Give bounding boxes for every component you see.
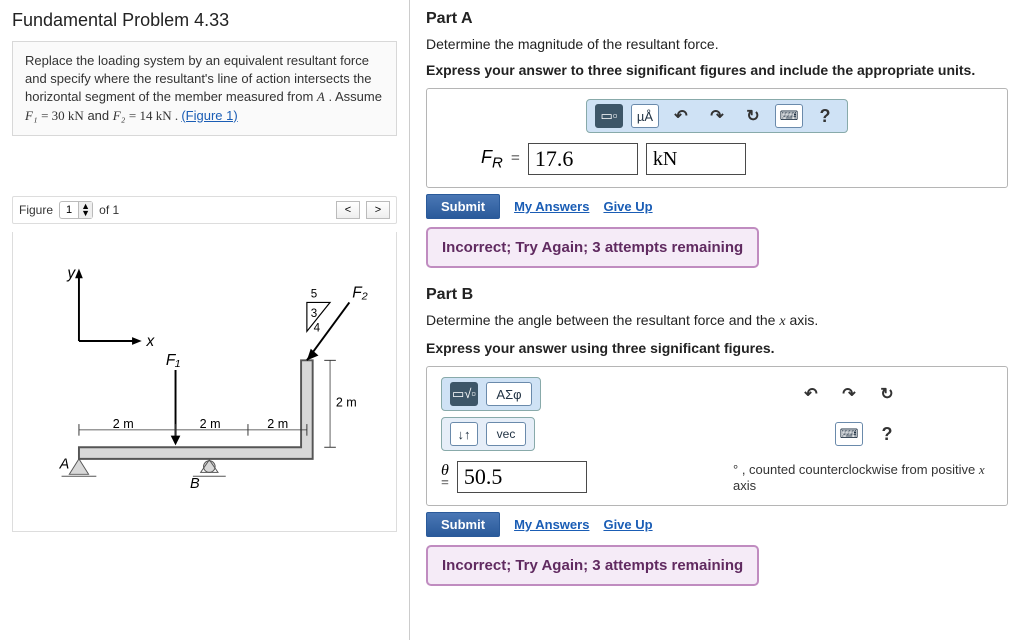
part-a-value-input[interactable]: [528, 143, 638, 175]
fig-tr5: 5: [311, 288, 317, 300]
part-a-feedback: Incorrect; Try Again; 3 attempts remaini…: [426, 227, 759, 268]
part-b-my-answers-link[interactable]: My Answers: [514, 517, 589, 532]
fig-f1: F₁: [166, 352, 180, 369]
postfix-post: axis: [733, 478, 756, 493]
updown-icon[interactable]: ↓↑: [450, 422, 478, 446]
part-b-postfix: ° , counted counterclockwise from positi…: [733, 462, 993, 493]
keyboard-icon[interactable]: ⌨: [835, 422, 863, 446]
part-a-instruction: Express your answer to three significant…: [426, 62, 1008, 78]
desc-and: and: [87, 108, 112, 123]
desc-f1: F₁: [25, 108, 37, 123]
part-b-toolbar-left: ▭√▫ ΑΣφ: [441, 377, 541, 411]
figure-label: Figure: [19, 203, 53, 217]
part-b-answer-box: ▭√▫ ΑΣφ ↶ ↷ ↻ ↓↑ vec ⌨: [426, 366, 1008, 506]
part-b-submit-button[interactable]: Submit: [426, 512, 500, 537]
postfix-pre: , counted counterclockwise from positive: [742, 462, 979, 477]
part-a-var: FR: [481, 147, 503, 172]
part-a-question: Determine the magnitude of the resultant…: [426, 36, 1008, 52]
figure-prev-button[interactable]: <: [336, 201, 360, 219]
part-a-title: Part A: [426, 10, 1008, 28]
template-icon[interactable]: ▭▫: [595, 104, 623, 128]
fig-A: A: [59, 456, 70, 472]
equals-sign: =: [441, 478, 449, 491]
part-b-q-pre: Determine the angle between the resultan…: [426, 312, 779, 328]
desc-eq1: = 30 kN: [41, 108, 84, 123]
part-b-q-post: axis.: [789, 312, 818, 328]
part-b-feedback: Incorrect; Try Again; 3 attempts remaini…: [426, 545, 759, 586]
help-icon[interactable]: ?: [873, 422, 901, 446]
fig-d1: 2 m: [113, 417, 134, 431]
part-a-unit-input[interactable]: [646, 143, 746, 175]
fig-d4: 2 m: [336, 395, 357, 409]
part-b-toolbar2-left: ↓↑ vec: [441, 417, 535, 451]
part-b-toolbar-right: ↶ ↷ ↻: [797, 382, 901, 406]
desc-f2: F₂: [113, 108, 125, 123]
fig-tr4: 4: [314, 322, 321, 334]
fig-B: B: [190, 476, 200, 492]
part-a-giveup-link[interactable]: Give Up: [603, 199, 652, 214]
units-icon[interactable]: µÅ: [631, 104, 659, 128]
problem-description: Replace the loading system by an equival…: [12, 41, 397, 136]
template-icon[interactable]: ▭√▫: [450, 382, 478, 406]
figure-current: 1: [60, 203, 78, 217]
fig-d2: 2 m: [200, 417, 221, 431]
fig-tr3: 3: [311, 308, 317, 320]
reset-icon[interactable]: ↻: [739, 104, 767, 128]
keyboard-icon[interactable]: ⌨: [775, 104, 803, 128]
fig-y: y: [66, 265, 76, 282]
stepper-arrows-icon[interactable]: ▲▼: [78, 202, 92, 218]
undo-icon[interactable]: ↶: [667, 104, 695, 128]
postfix-var: x: [979, 462, 985, 477]
figure-svg: y x F₁ F₂ 5 3 4: [21, 240, 388, 500]
part-b-title: Part B: [426, 286, 1008, 304]
greek-icon[interactable]: ΑΣφ: [486, 382, 532, 406]
figure-link[interactable]: (Figure 1): [181, 108, 237, 123]
part-b-question: Determine the angle between the resultan…: [426, 312, 1008, 330]
part-b-instruction: Express your answer using three signific…: [426, 340, 1008, 356]
desc-a: A: [317, 89, 325, 104]
reset-icon[interactable]: ↻: [873, 382, 901, 406]
figure-stepper[interactable]: 1 ▲▼: [59, 201, 93, 219]
part-a-submit-button[interactable]: Submit: [426, 194, 500, 219]
desc-assume: . Assume: [329, 89, 382, 104]
part-b-giveup-link[interactable]: Give Up: [603, 517, 652, 532]
equals-sign: =: [511, 150, 520, 168]
vec-button[interactable]: vec: [486, 422, 526, 446]
degree-symbol: °: [733, 462, 738, 477]
part-a-toolbar: ▭▫ µÅ ↶ ↷ ↻ ⌨ ?: [586, 99, 848, 133]
part-a-answer-box: ▭▫ µÅ ↶ ↷ ↻ ⌨ ? FR =: [426, 88, 1008, 188]
part-b-toolbar2-right: ⌨ ?: [835, 422, 901, 446]
help-icon[interactable]: ?: [811, 104, 839, 128]
page-title: Fundamental Problem 4.33: [12, 10, 397, 31]
redo-icon[interactable]: ↷: [703, 104, 731, 128]
part-b-q-var: x: [779, 314, 785, 329]
figure-of: of 1: [99, 203, 119, 217]
figure-next-button[interactable]: >: [366, 201, 390, 219]
fig-d3: 2 m: [267, 417, 288, 431]
figure-toolbar: Figure 1 ▲▼ of 1 < >: [12, 196, 397, 224]
fig-f2: F₂: [352, 284, 367, 301]
redo-icon[interactable]: ↷: [835, 382, 863, 406]
part-b-value-input[interactable]: [457, 461, 587, 493]
figure-container: y x F₁ F₂ 5 3 4: [12, 232, 397, 532]
part-a-my-answers-link[interactable]: My Answers: [514, 199, 589, 214]
fig-x: x: [146, 333, 156, 350]
desc-eq2: = 14 kN .: [129, 108, 181, 123]
undo-icon[interactable]: ↶: [797, 382, 825, 406]
